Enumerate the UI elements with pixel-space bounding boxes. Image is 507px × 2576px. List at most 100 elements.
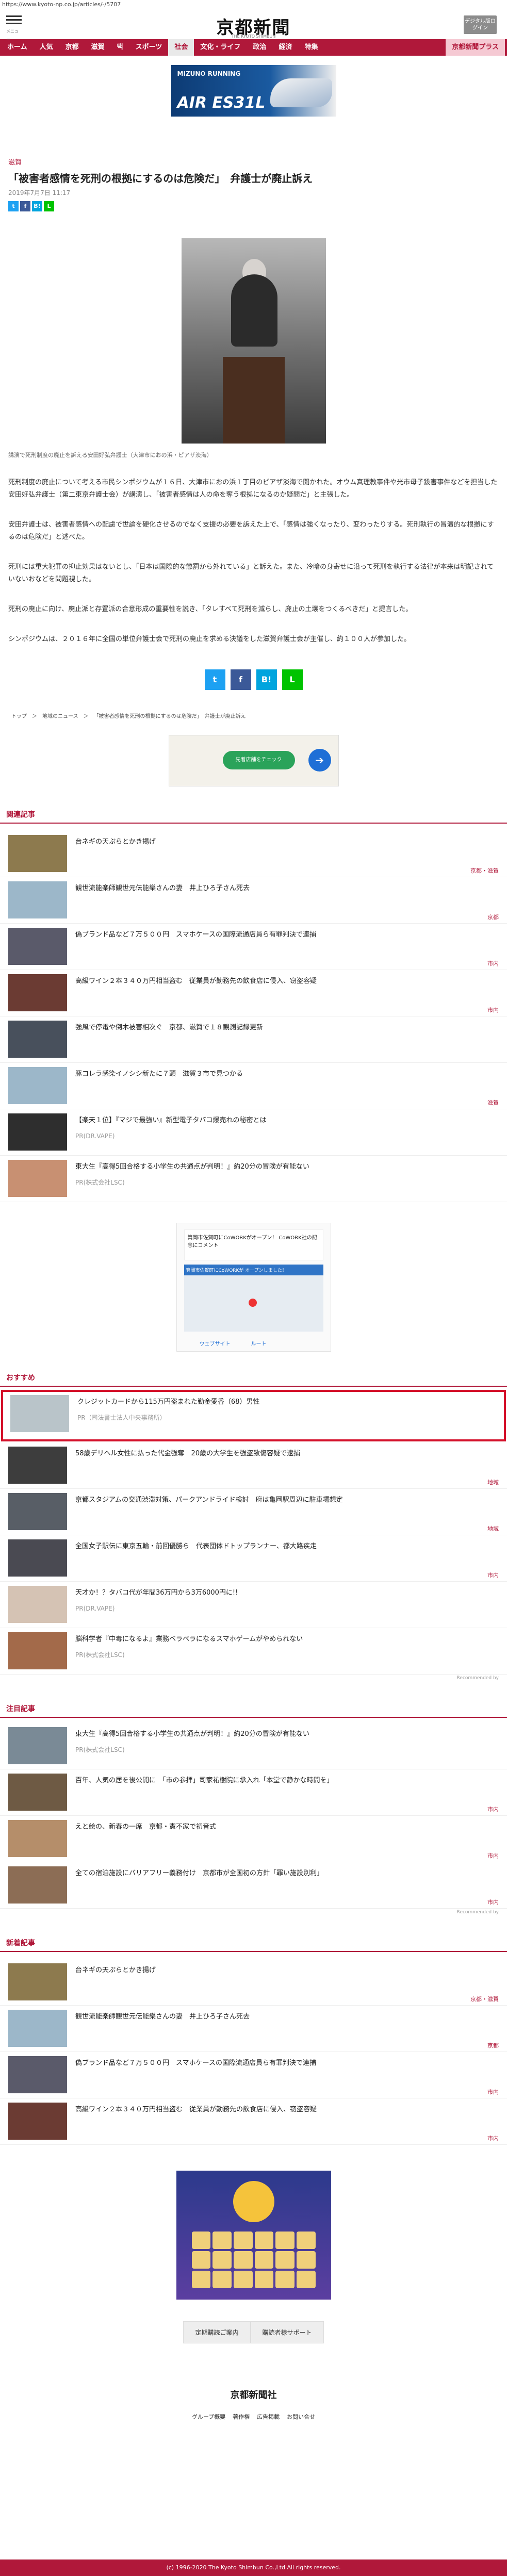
nav-item-politics[interactable]: 政治 (247, 39, 272, 56)
list-item[interactable]: 【楽天１位】『マジで最強い』新型電子タバコ爆売れの秘密とは PR(DR.VAPE) (0, 1109, 507, 1156)
thumbnail (8, 974, 67, 1011)
item-category: 市内 (487, 2089, 499, 2095)
item-title: 観世流能楽師観世元伝能樂さんの妻 井上ひろ子さん死去 (75, 884, 250, 892)
ad-banner-product: AIR ES31L (177, 94, 266, 112)
thumbnail (8, 1113, 67, 1151)
twitter-icon[interactable]: t (204, 669, 225, 690)
related-list: 台ネギの天ぷらとかき揚げ 京都・滋賀 観世流能楽師観世元伝能樂さんの妻 井上ひろ子… (0, 831, 507, 1202)
list-item[interactable]: 全ての宿泊施設にバリアフリー義務付け 京都市が全国初の方針「罪い施設別利」 市内 (0, 1862, 507, 1909)
list-item[interactable]: えと絵の、新春の一席 京都・憲不家で初音式 市内 (0, 1816, 507, 1862)
nav-subscribe[interactable]: 京都新聞プラス (446, 39, 505, 56)
page-url: https://www.kyoto-np.co.jp/articles/-/57… (2, 1, 121, 8)
footer-link[interactable]: 広告掲載 (257, 2413, 280, 2421)
item-category: 地域 (487, 1525, 499, 1532)
thumbnail (8, 1632, 67, 1669)
middle-ad[interactable]: 箕岡市佐賀町にCoWORKがオープン！ CoWORK社の記念にコメント 箕岡市佐… (176, 1223, 331, 1352)
list-item[interactable]: 京都スタジアムの交通渋滞対策、パークアンドライド検討 府は亀岡駅周辺に駐車場想定… (0, 1489, 507, 1535)
nav-item-kyoto[interactable]: 京都 (59, 39, 85, 56)
list-item[interactable]: 東大生『高得5回合格する小学生の共通点が判明！』約20分の冒険が有能ない PR(株… (0, 1723, 507, 1769)
line-icon[interactable]: L (282, 669, 303, 690)
item-pr: PR(DR.VAPE) (75, 1133, 115, 1140)
nav-item-economy[interactable]: 経済 (272, 39, 298, 56)
item-title: 京都スタジアムの交通渋滞対策、パークアンドライド検討 府は亀岡駅周辺に駐車場想定 (75, 1496, 343, 1504)
item-title: 全ての宿泊施設にバリアフリー義務付け 京都市が全国初の方針「罪い施設別利」 (75, 1869, 324, 1877)
item-title: 台ネギの天ぷらとかき揚げ (75, 1966, 156, 1974)
list-item[interactable]: 脳科学者『中毒になるよ』業務ベラベラになるスマホゲームがやめられない PR(株式会… (0, 1628, 507, 1675)
list-item[interactable]: 偽ブランド品など７万５００円 スマホケースの国際流通店員ら有罪判決で連捕 市内 (0, 924, 507, 970)
ad-website-button[interactable]: ウェブサイト (200, 1339, 231, 1347)
list-item[interactable]: 東大生『高得5回合格する小学生の共通点が判明！』約20分の冒険が有能ない PR(株… (0, 1156, 507, 1202)
article-section[interactable]: 滋賀 (8, 157, 499, 167)
item-category: 京都・滋賀 (470, 1996, 499, 2003)
list-item[interactable]: 天才か！？タバコ代が年間36万円から3万6000円に!! PR(DR.VAPE) (0, 1582, 507, 1628)
list-item-highlighted[interactable]: クレジットカードから115万円盗まれた勤金愛香（68）男性 PR（司法書士法人中央… (1, 1390, 506, 1441)
nav-item-sports[interactable]: スポーツ (129, 39, 169, 56)
map-ad-pill[interactable]: 先着店舗をチェック (222, 751, 295, 769)
twitter-icon[interactable]: t (8, 201, 19, 211)
list-item[interactable]: 全国女子駅伝に東京五輪・前回優勝ら 代表団体ドトップランナー、都大路疾走 市内 (0, 1535, 507, 1582)
subscriber-support-button[interactable]: 購読者様サポート (250, 2321, 324, 2343)
article-photo[interactable] (181, 238, 326, 444)
list-item[interactable]: 台ネギの天ぷらとかき揚げ京都・滋賀 (0, 1959, 507, 2006)
subscription-info-button[interactable]: 定期購読ご案内 (183, 2321, 251, 2343)
breadcrumb-home[interactable]: トップ (11, 712, 27, 719)
facebook-icon[interactable]: f (230, 669, 251, 690)
copyright-bar: (c) 1996-2020 The Kyoto Shimbun Co.,Ltd … (0, 2559, 507, 2576)
list-item[interactable]: 台ネギの天ぷらとかき揚げ 京都・滋賀 (0, 831, 507, 877)
breadcrumb-current: 「被害者感情を死刑の根拠にするのは危険だ」 弁護士が廃止訴え (93, 714, 246, 719)
share-row-large: t f B! L (8, 669, 499, 690)
facebook-icon[interactable]: f (20, 201, 30, 211)
digital-login-button[interactable]: デジタル版ログイン (464, 15, 497, 34)
item-title: 強風で停電や倒木被害相次ぐ 京都、滋賀で１８観測記録更新 (75, 1024, 264, 1031)
photo-caption: 講演で死刑制度の廃止を訴える安田好弘弁護士（大津市におの浜・ピアザ淡海） (8, 452, 212, 458)
thumbnail (8, 2056, 67, 2093)
breadcrumb-local[interactable]: 地域のニュース (42, 712, 78, 719)
list-item[interactable]: 高級ワイン２本３４０万円相当盗む 従業員が勤務先の飲食店に侵入、窃盗容疑 市内 (0, 970, 507, 1016)
nav-item-culture[interactable]: 文化・ライフ (194, 39, 247, 56)
ad-route-button[interactable]: ルート (251, 1339, 267, 1347)
footer-logo[interactable]: 京都新聞社 (0, 2388, 507, 2401)
nav-item-shiga[interactable]: 滋賀 (85, 39, 111, 56)
nav-item-popular[interactable]: 人気 (34, 39, 59, 56)
item-title: 天才か！？タバコ代が年間36万円から3万6000円に!! (75, 1589, 238, 1597)
hatena-icon[interactable]: B! (32, 201, 42, 211)
recommended-powered-by[interactable]: Recommended by (0, 1676, 507, 1681)
item-category: 市内 (487, 1007, 499, 1013)
footer-link[interactable]: お問い合せ (287, 2413, 315, 2421)
list-item[interactable]: 観世流能楽師観世元伝能樂さんの妻 井上ひろ子さん死去 京都 (0, 877, 507, 924)
top-ad-banner[interactable]: MIZUNO RUNNING AIR ES31L (171, 65, 336, 117)
footer-link[interactable]: 著作権 (233, 2413, 250, 2421)
list-item[interactable]: 偽ブランド品など７万５００円 スマホケースの国際流通店員ら有罪判決で連捕 市内 (0, 2052, 507, 2098)
item-pr: PR（司法書士法人中央事務所） (77, 1414, 166, 1421)
ad-map-banner: 箕岡市佐賀町にCoWORKが オープンしました！ (184, 1265, 323, 1275)
list-item[interactable]: 強風で停電や倒木被害相次ぐ 京都、滋賀で１８観測記録更新 (0, 1016, 507, 1063)
footer-link[interactable]: グループ概要 (192, 2413, 225, 2421)
site-logo-sub: THE KYOTO SHIMBUN (231, 34, 276, 39)
list-item[interactable]: 高級ワイン２本３４０万円相当盗む 従業員が勤務先の飲食店に侵入、窃盗容疑 市内 (0, 2098, 507, 2145)
item-title: 観世流能楽師観世元伝能樂さんの妻 井上ひろ子さん死去 (75, 2013, 250, 2021)
article-paragraph: シンポジウムは、２０１６年に全国の単位弁護士会で死刑の廃止を求める決議をした滋賀… (8, 635, 411, 643)
nav-item-4[interactable]: 택 (111, 39, 129, 56)
item-title: 百年、人気の居を後公開に 「市の参拝」司家祐樹院に承入れ「本堂で静かな時間を」 (75, 1777, 334, 1784)
hatena-icon[interactable]: B! (256, 669, 277, 690)
featured-powered-by[interactable]: Recommended by (0, 1910, 507, 1915)
list-item[interactable]: 観世流能楽師観世元伝能樂さんの妻 井上ひろ子さん死去 京都 (0, 2006, 507, 2052)
item-title: 偽ブランド品など７万５００円 スマホケースの国際流通店員ら有罪判決で連捕 (75, 931, 316, 939)
list-item[interactable]: 豚コレラ感染イノシシ新たに７頭 滋賀３市で見つかる 滋賀 (0, 1063, 507, 1109)
nav-item-society[interactable]: 社会 (168, 39, 194, 56)
map-ad[interactable]: 先着店舗をチェック ➔ (168, 735, 339, 786)
thumbnail (8, 835, 67, 872)
navigation-arrow-icon[interactable]: ➔ (308, 749, 331, 772)
featured-list: 東大生『高得5回合格する小学生の共通点が判明！』約20分の冒険が有能ない PR(株… (0, 1723, 507, 1909)
thumbnail (8, 1447, 67, 1484)
page: https://www.kyoto-np.co.jp/articles/-/57… (0, 0, 507, 2576)
line-icon[interactable]: L (44, 201, 54, 211)
item-title: 全国女子駅伝に東京五輪・前回優勝ら 代表団体ドトップランナー、都大路疾走 (75, 1543, 317, 1550)
item-title: 豚コレラ感染イノシシ新たに７頭 滋賀３市で見つかる (75, 1070, 243, 1078)
breadcrumb: トップ ＞ 地域のニュース ＞ 「被害者感情を死刑の根拠にするのは危険だ」 弁護… (0, 712, 507, 719)
thumbnail (8, 928, 67, 965)
list-item[interactable]: 58歳デリヘル女性に払った代金強奪 20歳の大学生を強盗致傷容疑で逮捕 地域 (0, 1442, 507, 1489)
list-item[interactable]: 百年、人気の居を後公開に 「市の参拝」司家祐樹院に承入れ「本堂で静かな時間を」市… (0, 1769, 507, 1816)
nav-item-feature[interactable]: 特集 (298, 39, 324, 56)
bottom-ad[interactable] (176, 2171, 331, 2300)
